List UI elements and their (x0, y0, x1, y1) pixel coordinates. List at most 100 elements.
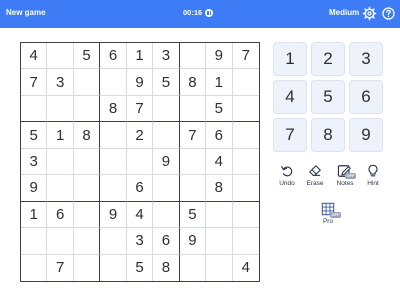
notes-button[interactable]: OFF Notes (331, 164, 359, 187)
board-cell[interactable]: 5 (206, 95, 233, 123)
board-cell[interactable] (153, 122, 180, 149)
board-cell[interactable]: 9 (21, 175, 48, 202)
board-cell[interactable] (179, 95, 207, 123)
board-cell[interactable] (73, 148, 101, 176)
board-cell[interactable] (206, 254, 233, 281)
board-cell[interactable]: 9 (206, 43, 233, 70)
board-cell[interactable]: 3 (153, 43, 180, 70)
difficulty-selector[interactable]: Medium (329, 8, 359, 17)
board-cell[interactable] (73, 95, 101, 123)
board-cell[interactable] (74, 254, 101, 281)
board-cell[interactable]: 7 (21, 69, 48, 96)
board-cell[interactable] (100, 122, 127, 149)
board-cell[interactable] (73, 175, 101, 202)
board-cell[interactable]: 8 (100, 95, 127, 123)
new-game-button[interactable]: New game (6, 8, 46, 17)
board-cell[interactable] (100, 148, 127, 176)
board-cell[interactable]: 6 (206, 122, 233, 149)
number-key-4[interactable]: 4 (273, 80, 307, 114)
number-key-5[interactable]: 5 (311, 80, 345, 114)
board-cell[interactable]: 6 (153, 228, 180, 255)
board-cell[interactable]: 8 (206, 175, 233, 202)
board-cell[interactable]: 6 (126, 175, 154, 202)
board-cell[interactable] (232, 149, 259, 176)
number-key-1[interactable]: 1 (273, 42, 307, 76)
board-cell[interactable]: 1 (21, 201, 48, 229)
board-cell[interactable]: 3 (47, 69, 74, 96)
board-cell[interactable]: 4 (126, 201, 154, 229)
board-cell[interactable]: 2 (126, 122, 154, 149)
board-cell[interactable] (179, 43, 207, 70)
board-cell[interactable] (206, 228, 233, 255)
board-cell[interactable] (232, 122, 259, 149)
undo-button[interactable]: Undo (273, 164, 301, 187)
board-cell[interactable] (153, 95, 180, 123)
board-cell[interactable]: 4 (233, 255, 259, 281)
board-cell[interactable] (179, 148, 207, 176)
board-cell[interactable]: 1 (206, 69, 233, 96)
board-cell[interactable] (232, 228, 259, 255)
erase-button[interactable]: Erase (301, 164, 329, 187)
board-cell[interactable]: 8 (153, 254, 180, 281)
number-key-2[interactable]: 2 (311, 42, 345, 76)
hint-button[interactable]: Hint (359, 164, 387, 187)
board-cell[interactable]: 5 (73, 43, 101, 70)
board-cell[interactable] (232, 202, 259, 229)
board-cell[interactable]: 7 (47, 254, 74, 281)
board-cell[interactable] (232, 69, 259, 96)
number-key-8[interactable]: 8 (311, 118, 345, 152)
board-cell[interactable] (100, 228, 127, 255)
board-cell[interactable] (47, 148, 74, 176)
board-cell[interactable] (180, 254, 207, 281)
number-key-7[interactable]: 7 (273, 118, 307, 152)
board-cell[interactable]: 8 (179, 69, 207, 96)
board-cell[interactable]: 5 (21, 122, 48, 149)
board-cell[interactable] (153, 175, 180, 202)
board-cell[interactable]: 5 (153, 69, 180, 96)
board-cell[interactable] (47, 43, 74, 70)
board-cell[interactable] (100, 69, 127, 96)
board-cell[interactable] (47, 228, 74, 255)
board-cell[interactable]: 4 (206, 148, 233, 176)
board-cell[interactable] (100, 175, 127, 202)
board-cell[interactable] (126, 148, 154, 176)
board-cell[interactable]: 3 (126, 228, 154, 255)
board-cell[interactable]: 3 (21, 148, 48, 176)
board-cell[interactable]: 4 (21, 43, 48, 70)
board-cell[interactable]: 9 (153, 148, 180, 176)
board-cell[interactable] (47, 175, 74, 202)
board-cell[interactable]: 9 (126, 69, 154, 96)
gear-icon[interactable] (361, 5, 378, 22)
board-cell[interactable]: 9 (179, 228, 207, 255)
board-cell[interactable] (73, 228, 101, 255)
number-key-9[interactable]: 9 (349, 118, 383, 152)
board-cell[interactable] (73, 201, 101, 229)
board-cell[interactable]: 7 (126, 95, 154, 123)
board-cell[interactable]: 6 (47, 201, 74, 229)
board-cell[interactable] (100, 254, 127, 281)
board-cell[interactable]: 6 (100, 43, 127, 70)
board-cell[interactable]: 8 (73, 122, 101, 149)
board-cell[interactable] (21, 228, 48, 255)
board-cell[interactable]: 5 (127, 254, 154, 281)
board-cell[interactable] (232, 175, 259, 202)
board-cell[interactable]: 5 (179, 201, 207, 229)
board-cell[interactable] (206, 201, 233, 229)
board-cell[interactable]: 7 (179, 122, 207, 149)
pro-button[interactable]: OFF Pro (313, 202, 343, 225)
board-cell[interactable]: 1 (126, 43, 154, 70)
pause-icon[interactable] (205, 8, 214, 17)
board-cell[interactable] (21, 95, 48, 123)
board-cell[interactable]: 9 (100, 201, 127, 229)
board-cell[interactable] (21, 254, 48, 281)
board-cell[interactable] (73, 69, 101, 96)
number-key-3[interactable]: 3 (349, 42, 383, 76)
board-cell[interactable]: 7 (232, 43, 259, 70)
board-cell[interactable] (47, 95, 74, 123)
board-cell[interactable] (232, 96, 259, 123)
board-cell[interactable] (179, 175, 207, 202)
help-icon[interactable] (380, 5, 397, 22)
board-cell[interactable] (153, 201, 180, 229)
number-key-6[interactable]: 6 (349, 80, 383, 114)
board-cell[interactable]: 1 (47, 122, 74, 149)
